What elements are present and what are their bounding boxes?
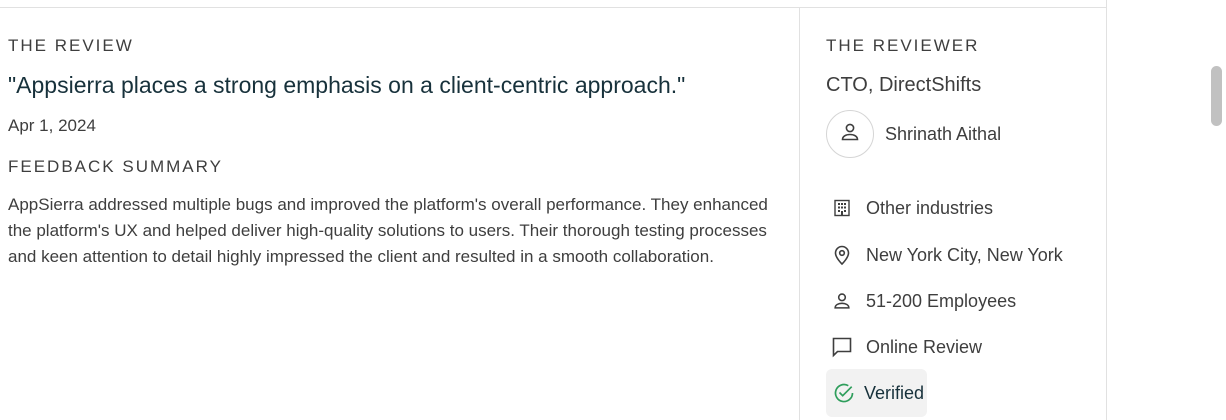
feedback-summary-text: AppSierra addressed multiple bugs and im… [8,195,768,266]
industry-text: Other industries [866,197,994,218]
verified-badge: Verified [826,369,927,417]
review-heading: THE REVIEW [8,36,134,55]
feedback-summary-heading: FEEDBACK SUMMARY [8,157,223,176]
reviewer-heading: THE REVIEWER [826,36,980,55]
person-icon [838,120,862,149]
reviewer-review-type: Online Review [830,334,982,360]
reviewer-company-size: 51-200 Employees [830,288,1016,314]
reviewer-name: Shrinath Aithal [885,123,1002,144]
reviewer-industry: Other industries [830,195,993,221]
panel-right-edge [1106,0,1107,420]
reviewer-location: New York City, New York [830,242,1063,268]
building-icon [830,196,854,220]
check-circle-icon [832,381,856,405]
verified-text: Verified [864,382,925,403]
reviewer-title: CTO, DirectShifts [826,74,982,96]
review-date: Apr 1, 2024 [8,116,96,135]
reviewer-person: Shrinath Aithal [826,110,1001,158]
person-icon [830,289,854,313]
location-text: New York City, New York [866,244,1063,265]
chat-bubble-icon [830,335,854,359]
avatar [826,110,874,158]
review-type-text: Online Review [866,336,983,357]
column-divider [799,7,800,420]
scrollbar-thumb[interactable] [1211,66,1222,126]
location-pin-icon [830,243,854,267]
review-quote: "Appsierra places a strong emphasis on a… [8,72,686,98]
top-border [0,7,1107,8]
company-size-text: 51-200 Employees [866,290,1017,311]
